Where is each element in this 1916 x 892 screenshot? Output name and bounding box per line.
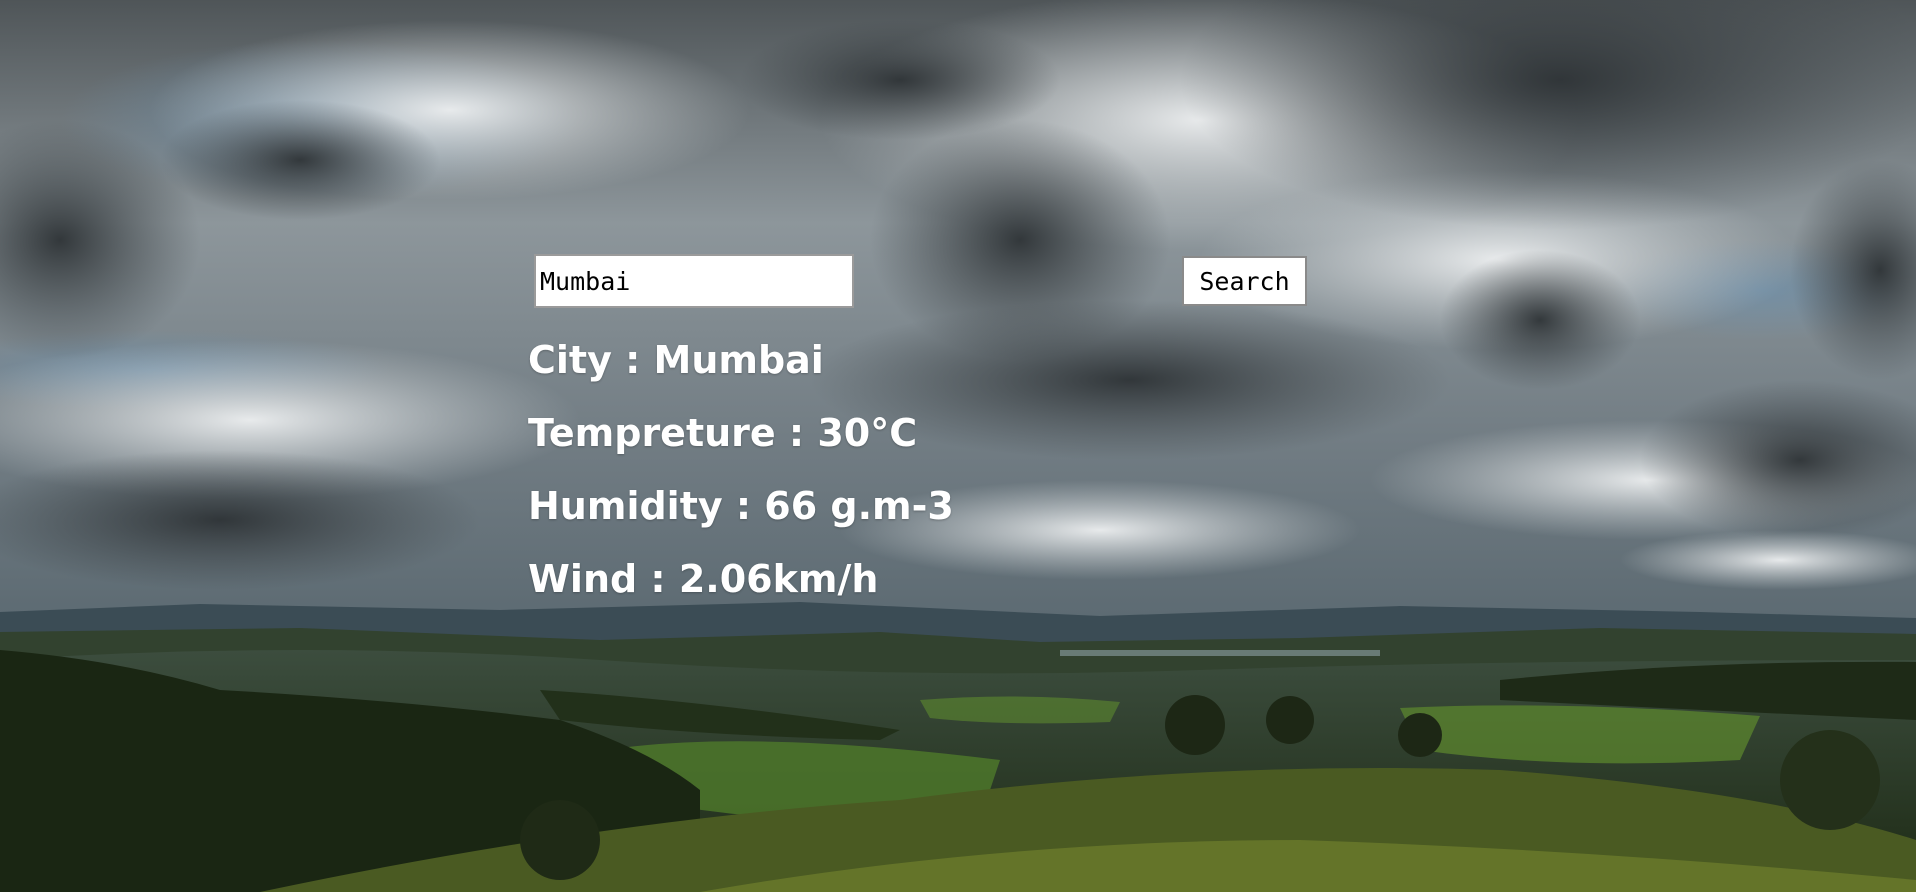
- wind-label: Wind : 2.06km/h: [528, 557, 879, 601]
- city-label: City : Mumbai: [528, 338, 824, 382]
- humidity-label: Humidity : 66 g.m-3: [528, 484, 954, 528]
- background-landscape-image: [0, 0, 1916, 892]
- search-button[interactable]: Search: [1182, 256, 1307, 306]
- temperature-label: Tempreture : 30°C: [528, 411, 918, 455]
- city-search-input[interactable]: [534, 254, 854, 308]
